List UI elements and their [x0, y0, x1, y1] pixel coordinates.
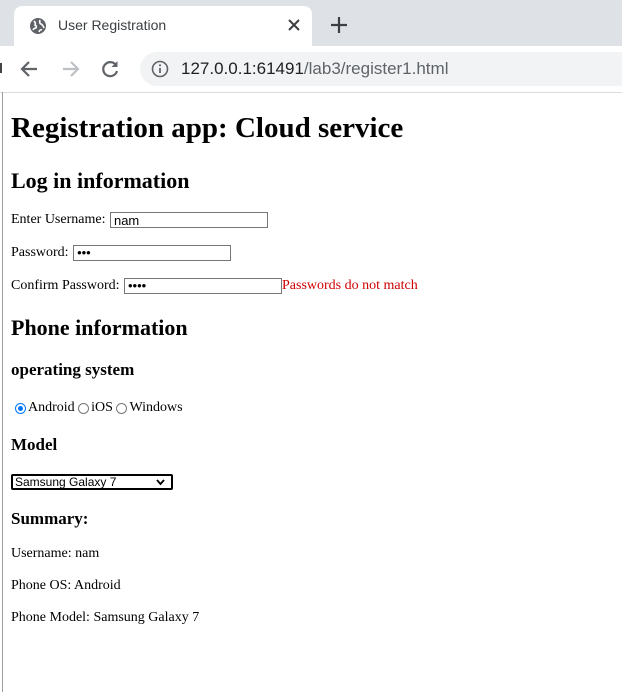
password-label: Password:	[11, 245, 69, 260]
confirm-password-input[interactable]: ••••	[124, 278, 282, 294]
radio-windows[interactable]	[116, 402, 128, 414]
model-heading: Model	[11, 435, 58, 454]
model-select[interactable]: Samsung Galaxy 7	[11, 474, 173, 490]
confirm-password-row: Confirm Password: •••• Passwords do not m…	[11, 276, 418, 296]
tab-title: User Registration	[58, 17, 167, 33]
info-icon[interactable]	[151, 60, 169, 78]
summary-model: Phone Model: Samsung Galaxy 7	[11, 610, 200, 625]
browser-tab-strip: User Registration	[0, 0, 622, 46]
password-row: Password: •••	[11, 243, 232, 263]
page-title: Registration app: Cloud service	[11, 112, 404, 144]
close-icon[interactable]	[285, 16, 303, 34]
model-select-value: Samsung Galaxy 7	[15, 475, 117, 489]
password-input[interactable]: •••	[73, 245, 232, 261]
login-heading: Log in information	[11, 168, 190, 193]
url-text: 127.0.0.1:61491/lab3/register1.html	[181, 59, 448, 79]
radio-ios-label[interactable]: iOS	[91, 400, 113, 415]
summary-username: Username: nam	[11, 546, 100, 561]
browser-toolbar: 127.0.0.1:61491/lab3/register1.html	[0, 46, 622, 93]
radio-ios[interactable]	[78, 402, 90, 414]
summary-heading: Summary:	[11, 509, 89, 528]
radio-android[interactable]	[15, 402, 26, 414]
password-error-message: Passwords do not match	[282, 278, 418, 293]
url-path: /lab3/register1.html	[303, 59, 449, 78]
os-heading: operating system	[11, 360, 135, 379]
back-arrow-icon[interactable]	[19, 58, 41, 80]
radio-windows-label[interactable]: Windows	[129, 400, 182, 415]
window-edge-mark	[0, 63, 2, 73]
url-host: 127.0.0.1:61491	[181, 59, 304, 78]
globe-icon	[30, 18, 46, 34]
username-input[interactable]	[109, 212, 268, 228]
reload-icon[interactable]	[99, 58, 121, 80]
forward-arrow-icon[interactable]	[59, 58, 81, 80]
radio-android-label[interactable]: Android	[28, 400, 75, 415]
address-bar[interactable]: 127.0.0.1:61491/lab3/register1.html	[140, 52, 622, 86]
username-row: Enter Username:	[11, 210, 268, 230]
chevron-down-icon	[156, 479, 165, 486]
summary-os: Phone OS: Android	[11, 578, 121, 593]
username-label: Enter Username:	[11, 212, 106, 227]
window-edge-line	[2, 92, 3, 692]
phone-heading: Phone information	[11, 315, 188, 340]
new-tab-icon[interactable]	[329, 15, 349, 35]
os-radio-group: Android iOS Windows	[11, 398, 183, 418]
confirm-password-label: Confirm Password:	[11, 278, 120, 293]
browser-tab[interactable]: User Registration	[14, 6, 312, 46]
